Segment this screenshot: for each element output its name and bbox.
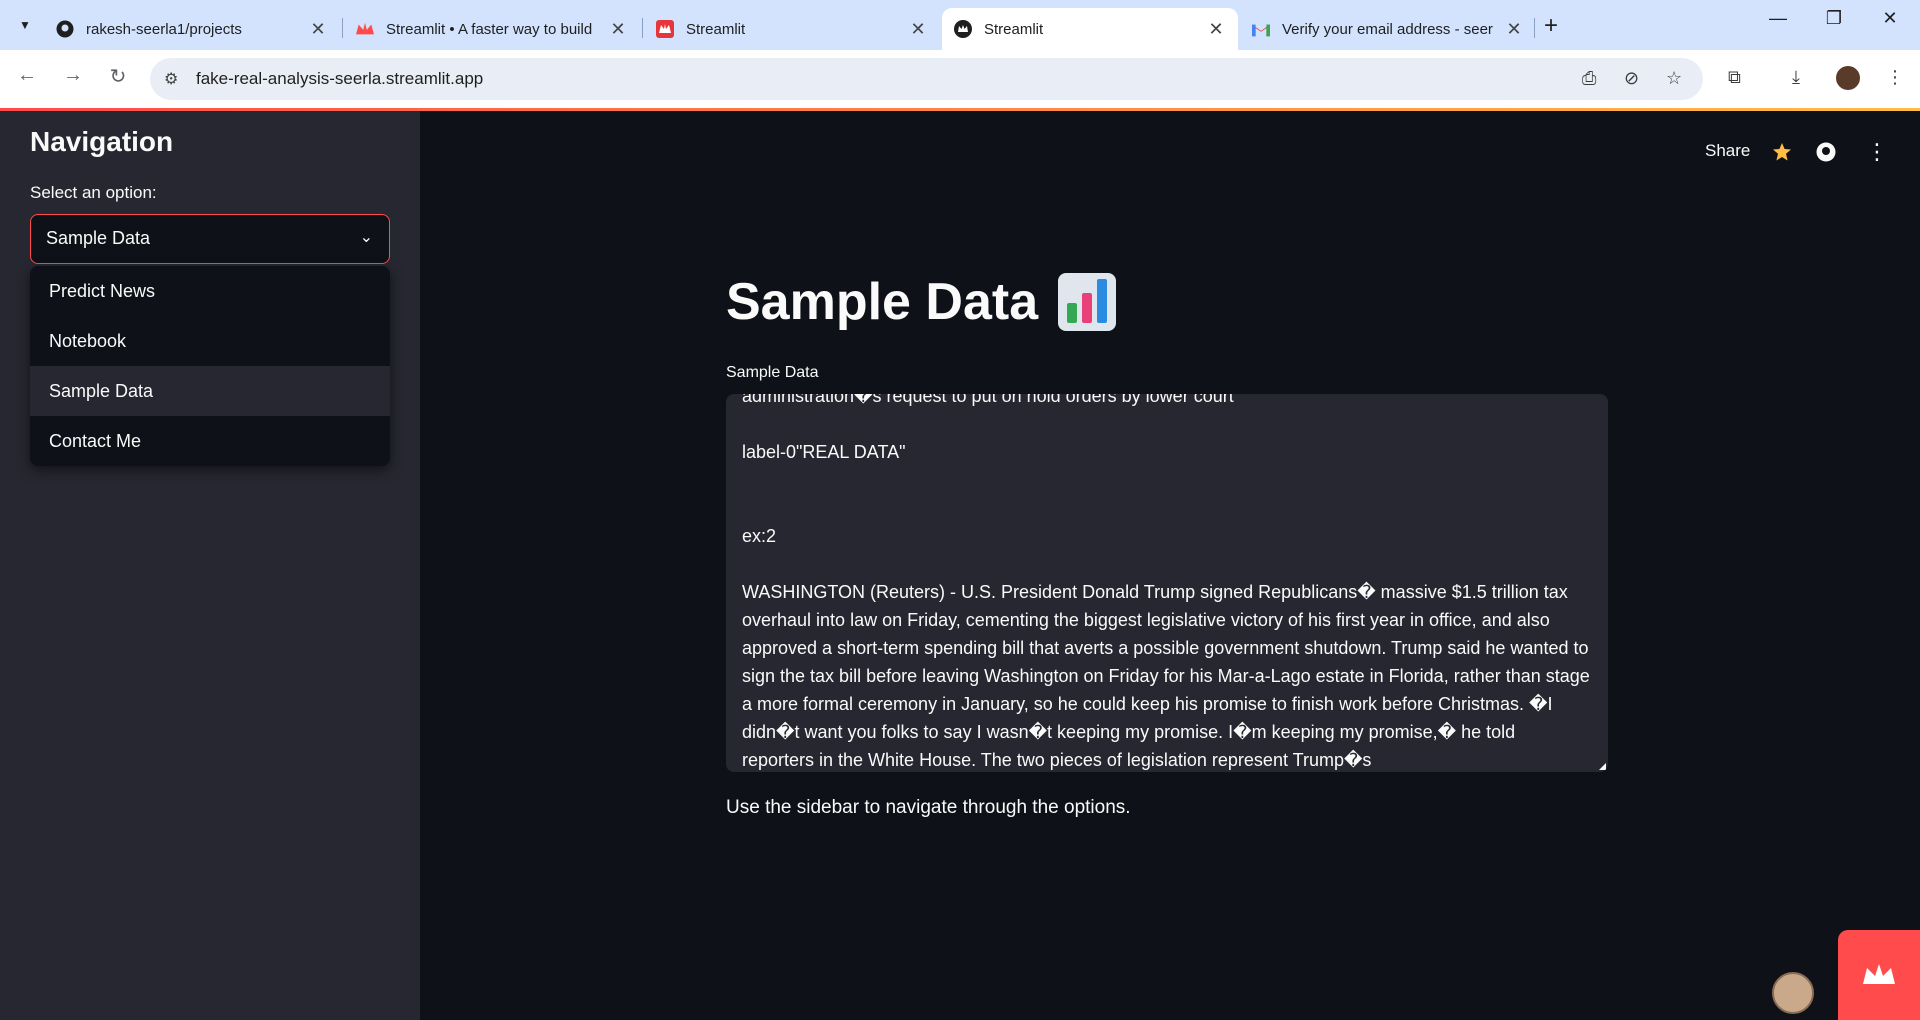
browser-toolbar: ← → ↻ ⚙ fake-real-analysis-seerla.stream… xyxy=(0,50,1920,108)
close-icon[interactable]: ✕ xyxy=(308,19,328,40)
tab-label: Streamlit • A faster way to build xyxy=(386,20,593,38)
download-icon[interactable]: ⤓ xyxy=(1792,67,1800,88)
restore-icon[interactable]: ❐ xyxy=(1814,8,1854,29)
eye-slash-icon[interactable]: ⊘ xyxy=(1624,68,1639,89)
install-app-icon[interactable]: ⎙ xyxy=(1582,68,1596,89)
url-text: fake-real-analysis-seerla.streamlit.app xyxy=(196,69,484,88)
share-button[interactable]: Share xyxy=(1705,141,1750,161)
select-label: Select an option: xyxy=(30,183,157,202)
streamlit-crown-icon xyxy=(356,20,374,38)
tab-label: Streamlit xyxy=(984,20,1044,38)
github-icon[interactable] xyxy=(1816,142,1836,167)
option-sample-data[interactable]: Sample Data xyxy=(30,366,390,416)
forward-arrow-icon[interactable]: → xyxy=(58,64,88,87)
option-contact-me[interactable]: Contact Me xyxy=(30,416,390,466)
browser-tab-github[interactable]: rakesh-seerla1/projects ✕ xyxy=(44,8,340,50)
extensions-icon[interactable]: ⧉ xyxy=(1728,67,1741,88)
bar-chart-emoji-icon xyxy=(1058,273,1117,331)
browser-tab-streamlit-active[interactable]: Streamlit ✕ xyxy=(942,8,1238,50)
browser-tab-streamlit-home[interactable]: Streamlit • A faster way to build ✕ xyxy=(344,8,640,50)
textarea-content: administration�s request to put on hold … xyxy=(742,394,1590,770)
window-close-icon[interactable]: ✕ xyxy=(1870,8,1910,29)
main-menu-dots-icon[interactable]: ⋮ xyxy=(1866,139,1888,165)
tab-label: Streamlit xyxy=(686,20,746,38)
tab-search-chevron-icon[interactable]: ▼ xyxy=(12,12,38,38)
option-predict-news[interactable]: Predict News xyxy=(30,266,390,316)
option-notebook[interactable]: Notebook xyxy=(30,316,390,366)
tab-label: rakesh-seerla1/projects xyxy=(86,20,242,38)
streamlit-red-icon xyxy=(656,20,674,38)
textarea-label: Sample Data xyxy=(726,364,819,381)
page-title-text: Sample Data xyxy=(726,273,1039,331)
site-settings-icon[interactable]: ⚙ xyxy=(164,69,178,89)
close-icon[interactable]: ✕ xyxy=(1206,19,1226,40)
bookmark-star-icon[interactable]: ☆ xyxy=(1666,68,1682,89)
gmail-icon xyxy=(1252,20,1270,38)
back-arrow-icon[interactable]: ← xyxy=(12,64,42,87)
close-icon[interactable]: ✕ xyxy=(908,19,928,40)
new-tab-plus-icon[interactable]: + xyxy=(1544,12,1558,40)
sidebar-hint-text: Use the sidebar to navigate through the … xyxy=(726,797,1131,818)
favorite-star-icon[interactable] xyxy=(1772,142,1792,167)
streamlit-badge[interactable] xyxy=(1838,930,1920,1020)
page-title: Sample Data xyxy=(726,272,1117,332)
sample-data-textarea[interactable]: administration�s request to put on hold … xyxy=(726,394,1608,772)
menu-dots-icon[interactable]: ⋮ xyxy=(1886,67,1904,88)
close-icon[interactable]: ✕ xyxy=(608,19,628,40)
sidebar-title: Navigation xyxy=(30,126,174,157)
tab-label: Verify your email address - seer xyxy=(1282,20,1493,38)
resize-handle-icon[interactable] xyxy=(1599,763,1606,770)
selectbox-dropdown: Predict News Notebook Sample Data Contac… xyxy=(30,266,390,466)
profile-avatar[interactable] xyxy=(1836,66,1860,90)
browser-tab-gmail[interactable]: Verify your email address - seer ✕ xyxy=(1240,8,1536,50)
browser-tab-streamlit[interactable]: Streamlit ✕ xyxy=(644,8,940,50)
github-icon xyxy=(56,20,74,38)
close-icon[interactable]: ✕ xyxy=(1504,19,1524,40)
navigation-selectbox[interactable]: Sample Data ⌄ xyxy=(30,214,390,264)
selectbox-value: Sample Data xyxy=(46,228,151,248)
user-avatar[interactable] xyxy=(1772,972,1814,1014)
chevron-down-icon[interactable]: ⌄ xyxy=(360,227,373,247)
streamlit-crown-icon xyxy=(954,20,972,38)
reload-icon[interactable]: ↻ xyxy=(103,64,133,89)
minimize-icon[interactable]: — xyxy=(1758,8,1798,29)
browser-tab-bar: ▼ rakesh-seerla1/projects ✕ Streamlit • … xyxy=(0,0,1920,50)
streamlit-crown-icon xyxy=(1863,964,1895,984)
address-bar[interactable]: ⚙ fake-real-analysis-seerla.streamlit.ap… xyxy=(150,58,1703,100)
